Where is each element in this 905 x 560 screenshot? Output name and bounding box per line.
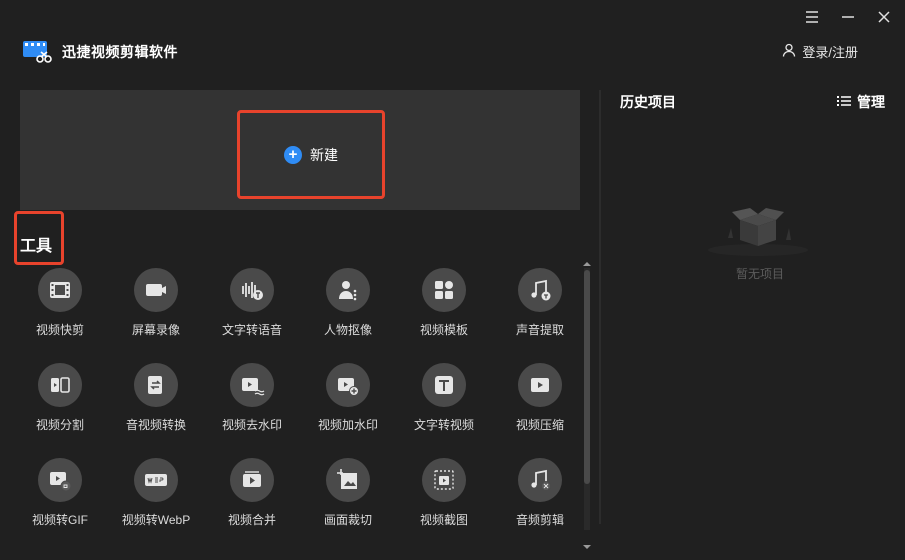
tool-video-merge[interactable]: 视频合并 bbox=[204, 458, 300, 528]
list-icon bbox=[837, 94, 851, 110]
tool-text-to-speech[interactable]: 文字转语音 bbox=[204, 268, 300, 338]
login-label: 登录/注册 bbox=[802, 45, 858, 60]
film-icon bbox=[38, 268, 82, 312]
tool-video-to-gif[interactable]: 视频转GIF bbox=[12, 458, 108, 528]
tool-label: 视频去水印 bbox=[221, 418, 282, 432]
close-icon[interactable] bbox=[873, 6, 895, 28]
webp-icon bbox=[134, 458, 178, 502]
tool-label: 视频截图 bbox=[419, 513, 468, 527]
template-icon bbox=[422, 268, 466, 312]
tool-label: 文字转视频 bbox=[413, 418, 474, 432]
text-to-video-icon bbox=[422, 363, 466, 407]
new-project-button[interactable]: + 新建 bbox=[237, 110, 385, 199]
tool-add-watermark[interactable]: 视频加水印 bbox=[300, 363, 396, 433]
crop-icon bbox=[326, 458, 370, 502]
user-icon bbox=[782, 43, 796, 60]
empty-box-icon bbox=[700, 198, 810, 258]
tool-label: 画面裁切 bbox=[323, 513, 372, 527]
tool-person-cutout[interactable]: 人物抠像 bbox=[300, 268, 396, 338]
music-extract-icon bbox=[518, 268, 562, 312]
history-title: 历史项目 bbox=[620, 94, 676, 110]
tool-av-convert[interactable]: 音视频转换 bbox=[108, 363, 204, 433]
tool-label: 视频压缩 bbox=[515, 418, 564, 432]
plus-circle-icon: + bbox=[284, 145, 302, 164]
tool-video-quick-cut[interactable]: 视频快剪 bbox=[12, 268, 108, 338]
tool-text-to-video[interactable]: 文字转视频 bbox=[396, 363, 492, 433]
menu-icon[interactable] bbox=[801, 6, 823, 28]
empty-state-text: 暂无项目 bbox=[735, 267, 784, 281]
panel-divider bbox=[599, 90, 601, 524]
screenshot-icon bbox=[422, 458, 466, 502]
tool-crop[interactable]: 画面裁切 bbox=[300, 458, 396, 528]
tool-label: 视频转GIF bbox=[32, 513, 88, 527]
video-split-icon bbox=[38, 363, 82, 407]
tools-title: 工具 bbox=[20, 238, 53, 255]
tool-label: 视频加水印 bbox=[317, 418, 378, 432]
tool-label: 视频快剪 bbox=[35, 323, 84, 337]
tool-label: 视频合并 bbox=[227, 513, 276, 527]
text-to-speech-icon bbox=[230, 268, 274, 312]
new-project-label: 新建 bbox=[310, 146, 338, 163]
tool-label: 视频分割 bbox=[35, 418, 84, 432]
tool-label: 视频转WebP bbox=[121, 513, 191, 527]
manage-button[interactable]: 管理 bbox=[837, 92, 885, 112]
minimize-icon[interactable] bbox=[837, 6, 859, 28]
tool-label: 音视频转换 bbox=[125, 418, 186, 432]
tool-video-to-webp[interactable]: 视频转WebP bbox=[108, 458, 204, 528]
person-cutout-icon bbox=[326, 268, 370, 312]
manage-label: 管理 bbox=[857, 94, 885, 110]
convert-icon bbox=[134, 363, 178, 407]
tool-label: 文字转语音 bbox=[221, 323, 282, 337]
add-watermark-icon bbox=[326, 363, 370, 407]
tool-video-screenshot[interactable]: 视频截图 bbox=[396, 458, 492, 528]
remove-watermark-icon bbox=[230, 363, 274, 407]
scroll-down-arrow-icon[interactable] bbox=[582, 539, 592, 549]
app-title: 迅捷视频剪辑软件 bbox=[62, 44, 178, 60]
tool-label: 屏幕录像 bbox=[131, 323, 180, 337]
audio-cut-icon bbox=[518, 458, 562, 502]
scroll-up-arrow-icon[interactable] bbox=[582, 256, 592, 266]
window-controls bbox=[801, 6, 895, 28]
tool-label: 声音提取 bbox=[515, 323, 564, 337]
camera-icon bbox=[134, 268, 178, 312]
app-logo-icon bbox=[22, 39, 52, 65]
tool-video-template[interactable]: 视频模板 bbox=[396, 268, 492, 338]
tool-label: 视频模板 bbox=[419, 323, 468, 337]
tool-screen-record[interactable]: 屏幕录像 bbox=[108, 268, 204, 338]
tool-audio-cut[interactable]: 音频剪辑 bbox=[492, 458, 588, 528]
scrollbar-thumb[interactable] bbox=[584, 270, 590, 484]
tool-audio-extract[interactable]: 声音提取 bbox=[492, 268, 588, 338]
login-button[interactable]: 登录/注册 bbox=[782, 42, 858, 61]
tool-label: 人物抠像 bbox=[323, 323, 372, 337]
tool-video-split[interactable]: 视频分割 bbox=[12, 363, 108, 433]
tool-label: 音频剪辑 bbox=[515, 513, 564, 527]
compress-icon bbox=[518, 363, 562, 407]
tool-remove-watermark[interactable]: 视频去水印 bbox=[204, 363, 300, 433]
tool-video-compress[interactable]: 视频压缩 bbox=[492, 363, 588, 433]
gif-icon bbox=[38, 458, 82, 502]
merge-icon bbox=[230, 458, 274, 502]
